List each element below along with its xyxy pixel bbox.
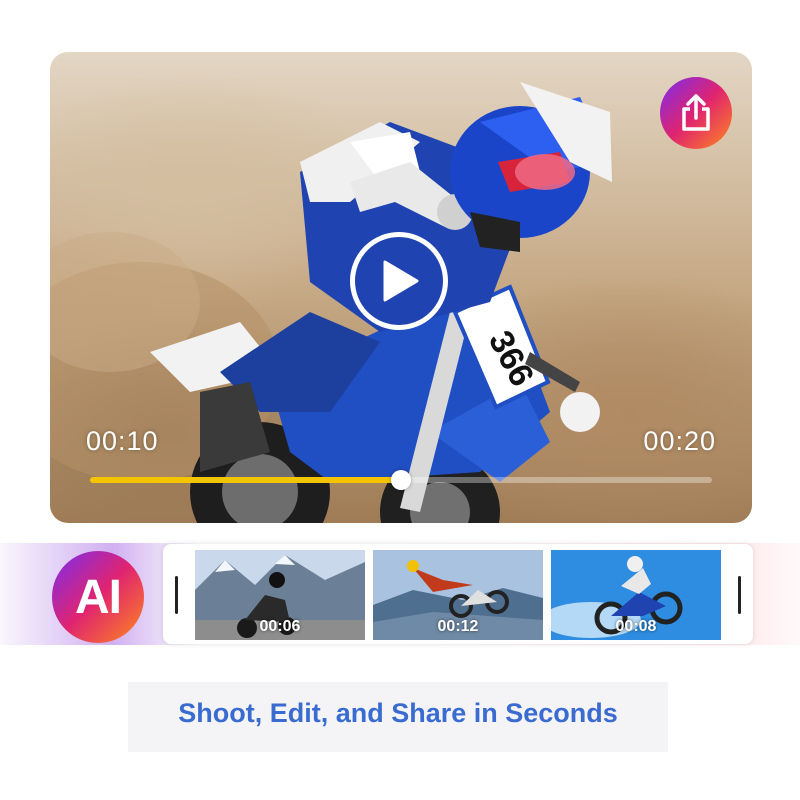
clip-duration: 00:12	[437, 618, 479, 635]
clip-thumbnail[interactable]: 00:06	[195, 550, 365, 640]
play-button[interactable]	[350, 232, 448, 330]
share-icon	[682, 94, 710, 131]
clip-thumbnail[interactable]: 00:08	[551, 550, 721, 640]
seek-bar[interactable]	[90, 470, 712, 490]
tagline: Shoot, Edit, and Share in Seconds	[178, 698, 618, 728]
ai-badge[interactable]: AI	[52, 551, 144, 643]
trim-handle-right[interactable]	[738, 576, 741, 614]
clip-duration: 00:08	[615, 618, 657, 635]
clip-duration: 00:06	[259, 618, 301, 635]
seek-thumb[interactable]	[391, 470, 411, 490]
seek-progress-fill	[90, 477, 401, 483]
video-player[interactable]: 366 00:10 00:20	[50, 52, 752, 523]
play-icon	[383, 260, 419, 302]
clip-timeline[interactable]: 00:06 00:12 00:08	[163, 544, 753, 644]
trim-handle-left[interactable]	[175, 576, 178, 614]
share-button[interactable]	[660, 77, 732, 149]
current-time: 00:10	[86, 426, 159, 456]
total-time: 00:20	[643, 426, 716, 456]
clip-thumbnail[interactable]: 00:12	[373, 550, 543, 640]
